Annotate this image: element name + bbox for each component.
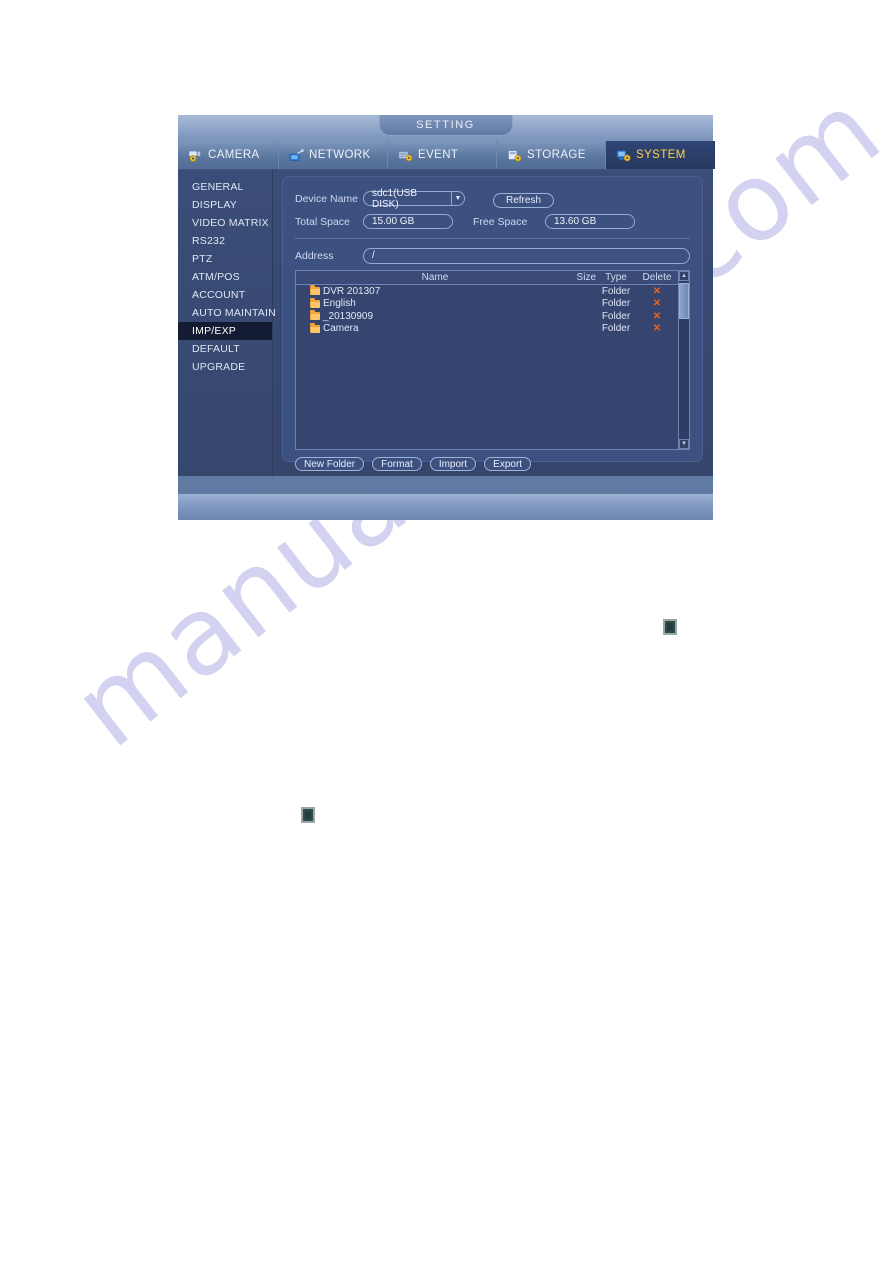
- sidebar-item-default[interactable]: DEFAULT: [178, 340, 272, 358]
- folder-icon: [310, 297, 320, 308]
- delete-icon[interactable]: ✕: [636, 286, 678, 297]
- scrollbar-track[interactable]: [679, 281, 689, 439]
- window-footer: [178, 494, 713, 520]
- scroll-up-icon[interactable]: ▲: [679, 271, 689, 281]
- tab-network-label: NETWORK: [309, 149, 371, 161]
- camera-icon: [188, 149, 203, 162]
- format-button[interactable]: Format: [372, 457, 422, 471]
- dvr-setting-window: SETTING CAMERA NETWORK EVENT STORAGE SYS…: [178, 115, 715, 520]
- action-button-bar: New Folder Format Import Export: [295, 457, 690, 471]
- total-space-value: 15.00 GB: [363, 214, 453, 229]
- file-name-cell: _20130909: [296, 310, 562, 322]
- address-label: Address: [295, 249, 334, 262]
- column-header-size: Size: [576, 272, 596, 283]
- folder-icon: [310, 310, 320, 321]
- window-title: SETTING: [378, 115, 513, 136]
- delete-icon[interactable]: ✕: [636, 311, 678, 322]
- imp-exp-panel: Device Name sdc1(USB DISK) ▼ Refresh Tot…: [282, 176, 703, 471]
- file-name-cell: DVR 201307: [296, 285, 562, 297]
- import-button[interactable]: Import: [429, 457, 477, 471]
- file-table-scrollbar[interactable]: ▲ ▼: [678, 271, 689, 449]
- page-mark-upper: [663, 619, 677, 635]
- file-table-body: DVR 201307 Folder ✕ English Folder ✕ _20…: [296, 285, 678, 449]
- settings-sidebar: GENERAL DISPLAY VIDEO MATRIX RS232 PTZ A…: [178, 170, 276, 476]
- sidebar-item-general[interactable]: GENERAL: [178, 178, 272, 196]
- sidebar-item-auto-maintain[interactable]: AUTO MAINTAIN: [178, 304, 276, 322]
- scrollbar-thumb[interactable]: [679, 283, 689, 319]
- sidebar-item-atm-pos[interactable]: ATM/POS: [178, 268, 272, 286]
- file-type-cell: Folder: [601, 298, 631, 310]
- folder-icon: [310, 322, 320, 333]
- tab-storage-label: STORAGE: [527, 149, 586, 161]
- system-icon: [616, 149, 631, 162]
- page-mark-lower: [301, 807, 315, 823]
- free-space-value: 13.60 GB: [545, 214, 635, 229]
- chevron-down-icon[interactable]: ▼: [451, 191, 465, 206]
- file-type-cell: Folder: [601, 285, 631, 297]
- refresh-button[interactable]: Refresh: [493, 192, 555, 208]
- tab-camera[interactable]: CAMERA: [178, 141, 279, 169]
- table-row[interactable]: DVR 201307 Folder ✕: [296, 285, 678, 298]
- sidebar-item-upgrade[interactable]: UPGRADE: [178, 358, 272, 376]
- total-space-label: Total Space: [295, 215, 350, 228]
- file-type-cell: Folder: [601, 323, 631, 335]
- tabbar-filler: [715, 141, 823, 169]
- tab-system-label: SYSTEM: [636, 149, 686, 161]
- file-table-columns: Name Size Type Delete DVR 201307 Folder …: [296, 271, 678, 449]
- export-button[interactable]: Export: [484, 457, 532, 471]
- main-tabbar: CAMERA NETWORK EVENT STORAGE SYSTEM: [178, 141, 715, 170]
- sidebar-item-imp-exp[interactable]: IMP/EXP: [178, 322, 272, 340]
- space-row: Total Space 15.00 GB Free Space 13.60 GB: [295, 212, 690, 231]
- scroll-down-icon[interactable]: ▼: [679, 439, 689, 449]
- file-type-cell: Folder: [601, 310, 631, 322]
- tab-system[interactable]: SYSTEM: [606, 141, 715, 169]
- sidebar-item-display[interactable]: DISPLAY: [178, 196, 272, 214]
- tab-network[interactable]: NETWORK: [279, 141, 388, 169]
- tab-storage[interactable]: STORAGE: [497, 141, 606, 169]
- table-row[interactable]: _20130909 Folder ✕: [296, 310, 678, 323]
- tab-event[interactable]: EVENT: [388, 141, 497, 169]
- storage-icon: [507, 149, 522, 162]
- tab-event-label: EVENT: [418, 149, 459, 161]
- sidebar-item-ptz[interactable]: PTZ: [178, 250, 272, 268]
- tab-camera-label: CAMERA: [208, 149, 260, 161]
- file-name-text: DVR 201307: [323, 285, 381, 297]
- table-row[interactable]: English Folder ✕: [296, 297, 678, 311]
- device-name-row: Device Name sdc1(USB DISK) ▼ Refresh: [295, 188, 690, 210]
- panel-divider: [295, 238, 690, 239]
- new-folder-button[interactable]: New Folder: [295, 457, 365, 471]
- delete-icon[interactable]: ✕: [636, 298, 678, 309]
- sidebar-item-rs232[interactable]: RS232: [178, 232, 272, 250]
- column-header-name: Name: [421, 272, 449, 283]
- network-icon: [289, 148, 304, 162]
- file-name-text: Camera: [323, 323, 359, 335]
- table-row[interactable]: Camera Folder ✕: [296, 322, 678, 336]
- free-space-label: Free Space: [473, 215, 528, 228]
- file-name-cell: English: [296, 297, 562, 310]
- delete-icon[interactable]: ✕: [636, 323, 678, 334]
- file-name-cell: Camera: [296, 322, 562, 335]
- window-titlebar: SETTING: [178, 115, 713, 141]
- event-icon: [398, 149, 413, 162]
- window-body: GENERAL DISPLAY VIDEO MATRIX RS232 PTZ A…: [178, 170, 713, 476]
- refresh-button-wrap: Refresh: [493, 190, 555, 208]
- sidebar-item-video-matrix[interactable]: VIDEO MATRIX: [178, 214, 272, 232]
- file-browser-table: Name Size Type Delete DVR 201307 Folder …: [295, 270, 690, 450]
- device-name-label: Device Name: [295, 192, 359, 205]
- file-table-header: Name Size Type Delete: [296, 271, 678, 285]
- folder-icon: [310, 285, 320, 296]
- sidebar-item-account[interactable]: ACCOUNT: [178, 286, 272, 304]
- file-name-text: _20130909: [323, 310, 374, 322]
- column-header-delete: Delete: [642, 272, 672, 283]
- settings-content: Device Name sdc1(USB DISK) ▼ Refresh Tot…: [273, 170, 713, 476]
- file-name-text: English: [323, 298, 356, 310]
- address-input[interactable]: /: [363, 247, 690, 264]
- column-header-type: Type: [605, 272, 627, 283]
- address-row: Address /: [295, 247, 690, 264]
- device-name-select[interactable]: sdc1(USB DISK): [363, 188, 451, 210]
